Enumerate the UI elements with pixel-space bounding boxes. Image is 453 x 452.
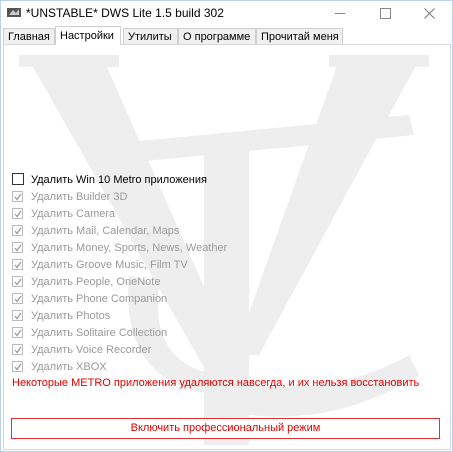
checkmark-icon: [14, 261, 22, 269]
maximize-button[interactable]: [362, 1, 407, 25]
app-checkbox: [12, 191, 23, 202]
master-checkbox[interactable]: [12, 173, 24, 185]
app-checkbox: [12, 276, 23, 287]
app-checkbox-label: Удалить Groove Music, Film TV: [31, 259, 188, 271]
app-checkbox: [12, 344, 23, 355]
checkmark-icon: [14, 278, 22, 286]
app-window: *UNSTABLE* DWS Lite 1.5 build 302 Главна…: [0, 0, 453, 452]
checkmark-icon: [14, 363, 22, 371]
app-checkbox: [12, 208, 23, 219]
app-icon: [7, 8, 21, 17]
tab-main[interactable]: Главная: [3, 28, 55, 44]
checkmark-icon: [14, 227, 22, 235]
app-checkbox-label: Удалить Phone Companion: [31, 293, 168, 305]
app-checkbox-label: Удалить Voice Recorder: [31, 344, 152, 356]
title-bar[interactable]: *UNSTABLE* DWS Lite 1.5 build 302: [1, 1, 452, 25]
tab-about[interactable]: О программе: [178, 28, 256, 44]
pro-mode-button[interactable]: Включить профессиональный режим: [11, 418, 440, 439]
app-checkbox-label: Удалить Camera: [31, 208, 116, 220]
maximize-icon: [380, 8, 391, 19]
window-title: *UNSTABLE* DWS Lite 1.5 build 302: [26, 6, 224, 20]
app-checkbox: [12, 310, 23, 321]
app-checkbox-label: Удалить People, OneNote: [31, 276, 161, 288]
close-icon: [424, 8, 435, 19]
minimize-icon: [335, 13, 345, 14]
master-checkbox-label: Удалить Win 10 Metro приложения: [31, 174, 207, 186]
tab-utilities[interactable]: Утилиты: [123, 28, 178, 44]
app-checkbox-label: Удалить Money, Sports, News, Weather: [31, 242, 228, 254]
app-checkbox-label: Удалить Photos: [31, 310, 111, 322]
checkmark-icon: [14, 312, 22, 320]
checkmark-icon: [14, 210, 22, 218]
app-checkbox-label: Удалить Builder 3D: [31, 191, 128, 203]
app-checkbox-label: Удалить XBOX: [31, 361, 107, 373]
tab-settings[interactable]: Настройки: [55, 26, 121, 45]
checkmark-icon: [14, 329, 22, 337]
minimize-button[interactable]: [317, 1, 362, 25]
app-checkbox-label: Удалить Solitaire Collection: [31, 327, 168, 339]
tab-readme[interactable]: Прочитай меня: [256, 28, 343, 44]
checkmark-icon: [14, 346, 22, 354]
app-checkbox-label: Удалить Mail, Calendar, Maps: [31, 225, 180, 237]
app-checkbox: [12, 327, 23, 338]
app-checkbox: [12, 225, 23, 236]
app-checkbox: [12, 242, 23, 253]
app-checkbox: [12, 361, 23, 372]
checkmark-icon: [14, 244, 22, 252]
app-checkbox: [12, 293, 23, 304]
app-checkbox: [12, 259, 23, 270]
tab-strip: Главная Настройки Утилиты О программе Пр…: [3, 26, 450, 45]
checkmark-icon: [14, 193, 22, 201]
settings-panel: Удалить Win 10 Metro приложения Удалить …: [3, 44, 451, 450]
checkmark-icon: [14, 295, 22, 303]
warning-text: Некоторые METRO приложения удаляются нав…: [12, 377, 420, 389]
close-button[interactable]: [407, 1, 452, 25]
